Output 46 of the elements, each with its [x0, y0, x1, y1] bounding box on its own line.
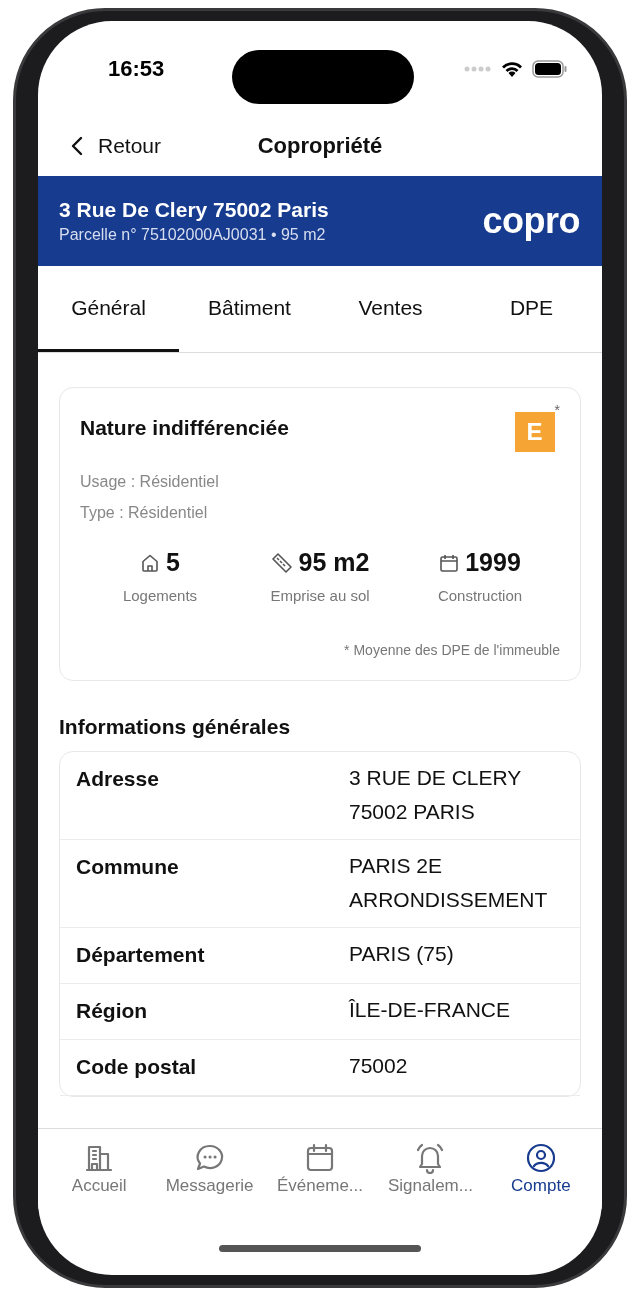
wifi-icon: [500, 59, 524, 78]
screen-title: Copropriété: [257, 133, 383, 159]
footnote-mark: *: [554, 402, 560, 418]
field-value: 3 RUE DE CLERY 75002 PARIS: [349, 765, 522, 825]
stat-label: Emprise au sol: [270, 587, 370, 604]
property-line: Type : Résidentiel: [80, 503, 209, 523]
field-label: Code postal: [76, 1055, 198, 1079]
stat-value: 1999: [465, 548, 521, 577]
nav-tab[interactable]: Signalem...: [375, 1129, 486, 1209]
nav-tab[interactable]: Accueil: [44, 1129, 155, 1209]
stat-label: Logements: [122, 587, 198, 604]
field-value: 75002: [349, 1053, 409, 1079]
stat-label: Construction: [437, 587, 523, 604]
battery-icon: [532, 59, 568, 78]
energy-grade-badge: E: [514, 412, 555, 452]
property-line: Usage : Résidentiel: [80, 472, 220, 492]
field-label: Région: [76, 999, 149, 1023]
stat-value: 95 m2: [298, 548, 370, 577]
card-title: Nature indifférenciée: [80, 416, 289, 440]
calendar-icon: [304, 1142, 336, 1174]
back-button[interactable]: Retour: [70, 134, 162, 158]
house-icon: [140, 552, 161, 573]
footnote: * Moyenne des DPE de l'immeuble: [344, 642, 560, 658]
field-label: Adresse: [76, 767, 160, 792]
address-title: 3 Rue De Clery 75002 Paris: [59, 198, 329, 222]
field-value: PARIS (75): [349, 941, 455, 967]
tab[interactable]: DPE: [461, 266, 602, 352]
signal-icon: [464, 65, 492, 72]
account-icon: [524, 1142, 557, 1174]
field-label: Département: [76, 943, 206, 967]
field-value: ÎLE-DE-FRANCE: [349, 997, 512, 1023]
ruler-icon: [270, 551, 293, 574]
tab[interactable]: Ventes: [320, 266, 461, 352]
back-chevron-icon: [70, 135, 84, 157]
logo: copro: [482, 200, 580, 242]
parcel-info: Parcelle n° 75102000AJ0031 • 95 m2: [59, 226, 327, 244]
nav-tab[interactable]: Messagerie: [154, 1129, 265, 1209]
nav-tab[interactable]: Événeme...: [264, 1129, 376, 1209]
status-time: 16:53: [108, 55, 165, 82]
section-heading: Informations générales: [59, 715, 292, 739]
calendar-icon: [439, 552, 460, 573]
tab[interactable]: Bâtiment: [179, 266, 320, 352]
field-label: Commune: [76, 855, 180, 880]
nav-tab[interactable]: Compte: [485, 1129, 597, 1209]
stat-value: 5: [166, 548, 180, 577]
field-value: PARIS 2E ARRONDISSEMENT: [349, 853, 549, 913]
